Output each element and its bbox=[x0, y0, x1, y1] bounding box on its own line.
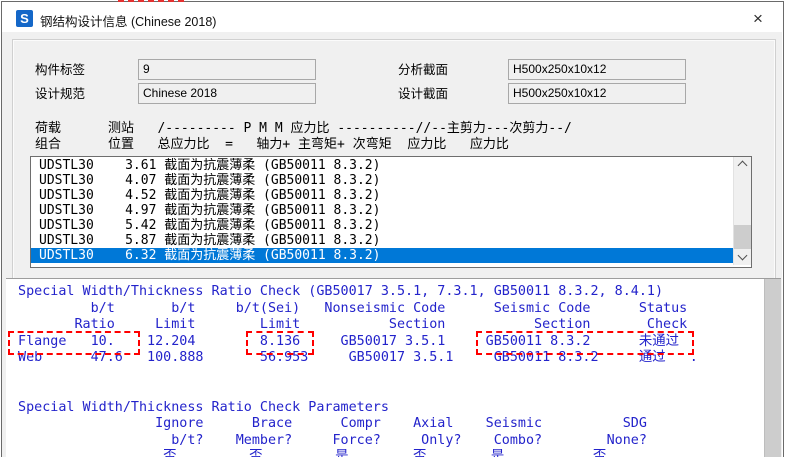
list-row[interactable]: UDSTL30 5.87 截面为抗震薄柔 (GB50011 8.3.2) bbox=[31, 233, 733, 248]
list-header-line2: 组合 位置 总应力比 = 轴力+ 主弯矩+ 次弯矩 应力比 应力比 bbox=[35, 137, 509, 152]
design-code-field[interactable]: Chinese 2018 bbox=[138, 83, 316, 104]
scrollbar-thumb[interactable] bbox=[734, 225, 751, 249]
design-section-label: 设计截面 bbox=[398, 86, 448, 103]
close-icon: × bbox=[753, 9, 763, 28]
detail-line-params-header1: Ignore Brace Compr Axial Seismic SDG bbox=[10, 416, 698, 433]
details-scrollbar[interactable] bbox=[764, 279, 781, 457]
detail-line-blank bbox=[10, 383, 698, 400]
detail-line-blank bbox=[10, 367, 698, 384]
detail-line-params-values: 否 . 否 . 是 . 否 . 是 . 否 . bbox=[10, 449, 698, 457]
titlebar: S 钢结构设计信息 (Chinese 2018) × bbox=[2, 2, 782, 32]
window-title: 钢结构设计信息 (Chinese 2018) bbox=[40, 11, 216, 30]
chevron-down-icon bbox=[738, 251, 748, 261]
list-scrollbar[interactable] bbox=[733, 157, 751, 265]
detail-line-title: Special Width/Thickness Ratio Check (GB5… bbox=[10, 284, 698, 301]
stations-listbox[interactable]: UDSTL30 3.61 截面为抗震薄柔 (GB50011 8.3.2) UDS… bbox=[30, 156, 752, 268]
list-row[interactable]: UDSTL30 4.97 截面为抗震薄柔 (GB50011 8.3.2) bbox=[31, 203, 733, 218]
chevron-up-icon bbox=[738, 161, 748, 171]
analysis-section-field[interactable]: H500x250x10x12 bbox=[508, 59, 686, 80]
list-row[interactable]: UDSTL30 4.07 截面为抗震薄柔 (GB50011 8.3.2) bbox=[31, 173, 733, 188]
list-row[interactable]: UDSTL30 3.61 截面为抗震薄柔 (GB50011 8.3.2) bbox=[31, 158, 733, 173]
annotation-box-flange-ratio bbox=[8, 331, 140, 355]
annotation-box-seismic-status bbox=[476, 331, 694, 355]
scroll-up-button[interactable] bbox=[734, 157, 751, 172]
member-label-field[interactable]: 9 bbox=[138, 59, 316, 80]
list-row-selected[interactable]: UDSTL30 6.32 截面为抗震薄柔 (GB50011 8.3.2) bbox=[31, 248, 733, 263]
list-header-line1: 荷载 测站 /--------- P M M 应力比 ----------//-… bbox=[35, 121, 572, 136]
list-rows: UDSTL30 3.61 截面为抗震薄柔 (GB50011 8.3.2) UDS… bbox=[31, 158, 733, 263]
detail-line-header1: b/t b/t b/t(Sei) Nonseismic Code Seismic… bbox=[10, 301, 698, 318]
design-code-label: 设计规范 bbox=[35, 86, 85, 103]
list-row[interactable]: UDSTL30 5.42 截面为抗震薄柔 (GB50011 8.3.2) bbox=[31, 218, 733, 233]
scroll-down-button[interactable] bbox=[734, 250, 751, 265]
app-logo-icon: S bbox=[16, 10, 33, 27]
close-button[interactable]: × bbox=[742, 9, 774, 29]
detail-line-params-title: Special Width/Thickness Ratio Check Para… bbox=[10, 400, 698, 417]
annotation-box-bt-sei-limit bbox=[246, 331, 314, 355]
analysis-section-label: 分析截面 bbox=[398, 62, 448, 79]
detail-line-params-header2: b/t? Member? Force? Only? Combo? None? bbox=[10, 433, 698, 450]
details-text-area[interactable]: Special Width/Thickness Ratio Check (GB5… bbox=[6, 278, 781, 457]
top-annotation-dash bbox=[118, 0, 184, 5]
details-text: Special Width/Thickness Ratio Check (GB5… bbox=[10, 284, 698, 457]
screen: S 钢结构设计信息 (Chinese 2018) × 构件标签 9 设计规范 C… bbox=[0, 0, 786, 457]
design-section-field[interactable]: H500x250x10x12 bbox=[508, 83, 686, 104]
list-row[interactable]: UDSTL30 4.52 截面为抗震薄柔 (GB50011 8.3.2) bbox=[31, 188, 733, 203]
member-label-label: 构件标签 bbox=[35, 62, 85, 79]
